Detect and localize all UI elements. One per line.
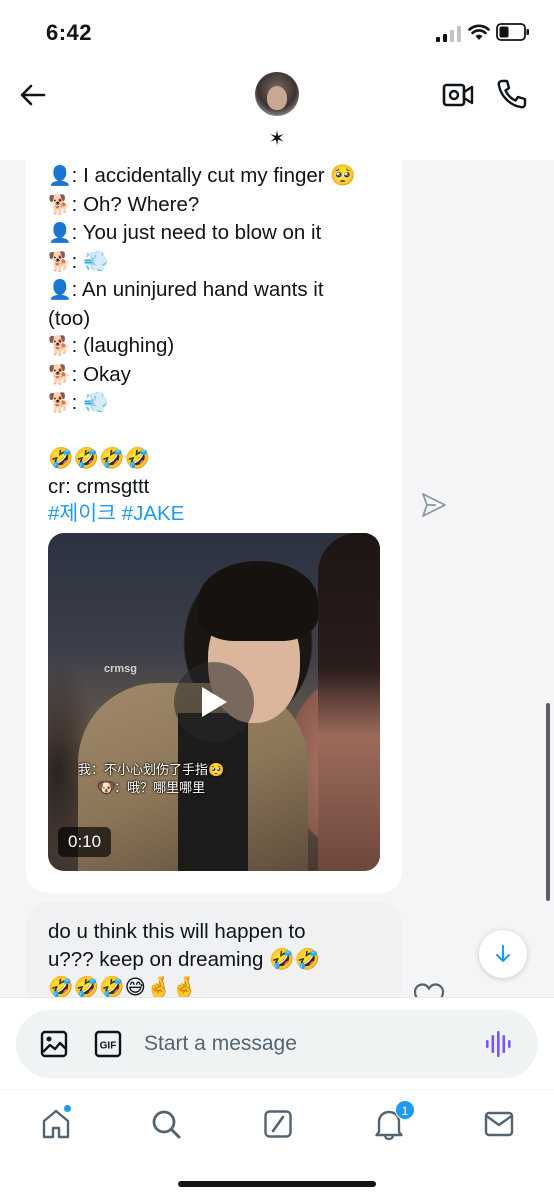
video-subtitle: 我：不小心划伤了手指🥺 🐶：哦？哪里哪里 bbox=[78, 762, 225, 795]
tab-search[interactable] bbox=[146, 1104, 186, 1144]
search-icon bbox=[152, 1110, 181, 1139]
dog-emoji: 🐕 bbox=[48, 363, 72, 386]
hashtags: #제이크 #JAKE bbox=[48, 500, 388, 528]
grok-icon bbox=[264, 1110, 292, 1138]
scrollbar[interactable] bbox=[546, 703, 550, 901]
chat-line: 🐕: 💨 bbox=[48, 249, 109, 273]
arrow-down-icon bbox=[496, 945, 510, 962]
tab-home[interactable] bbox=[36, 1104, 76, 1144]
gif-icon[interactable]: GIF bbox=[94, 1030, 122, 1058]
tab-grok[interactable] bbox=[258, 1104, 298, 1144]
chat-line: 👤: An uninjured hand wants it bbox=[48, 278, 324, 301]
composer-area: GIF bbox=[0, 997, 554, 1089]
unread-dot bbox=[63, 1104, 72, 1113]
video-duration: 0:10 bbox=[58, 827, 112, 857]
person-emoji: 👤 bbox=[48, 279, 72, 301]
dog-emoji: 🐕 bbox=[48, 250, 72, 273]
wifi-icon bbox=[468, 24, 490, 40]
scroll-down-button[interactable] bbox=[479, 930, 527, 978]
video-thumbnail[interactable]: crmsg 我：不小心划伤了手指🥺 🐶：哦？哪里哪里 0:10 bbox=[48, 533, 380, 871]
chat-line: 👤: You just need to blow on it bbox=[48, 221, 322, 244]
person-emoji: 👤 bbox=[48, 165, 72, 187]
video-scene bbox=[198, 561, 318, 641]
hashtag-link[interactable]: #제이크 bbox=[48, 502, 116, 525]
mail-icon bbox=[484, 1111, 514, 1137]
status-time: 6:42 bbox=[46, 20, 93, 45]
chat-line: 👤: I accidentally cut my finger 🥺 bbox=[48, 164, 356, 187]
conversation-header: ✶ bbox=[0, 64, 554, 160]
dog-emoji: 🐕 bbox=[48, 335, 72, 357]
play-button[interactable] bbox=[174, 662, 254, 742]
signal-icon bbox=[436, 26, 461, 42]
message-input[interactable] bbox=[144, 1024, 464, 1064]
video-watermark: crmsg bbox=[104, 663, 138, 675]
chat-line: 🐕: Okay bbox=[48, 362, 131, 386]
credit-text: cr: crmsgttt bbox=[48, 474, 150, 498]
chat-line: 🐕: 💨 bbox=[48, 391, 109, 414]
reaction-emojis: 🤣🤣🤣🤣 bbox=[48, 447, 151, 470]
image-icon[interactable] bbox=[40, 1030, 68, 1058]
contact-name[interactable]: ✶ bbox=[0, 126, 554, 151]
notification-count-badge: 1 bbox=[395, 1100, 415, 1120]
phone-icon[interactable] bbox=[496, 78, 528, 110]
message-text: 👤: I accidentally cut my finger 🥺 🐕: Oh?… bbox=[48, 162, 388, 528]
video-call-icon[interactable] bbox=[442, 80, 474, 110]
message-text: do u think this will happen to u??? keep… bbox=[48, 920, 321, 999]
battery-icon bbox=[496, 23, 529, 41]
voice-wave-icon[interactable] bbox=[484, 1030, 514, 1058]
message-composer: GIF bbox=[16, 1010, 538, 1078]
arrow-left-icon bbox=[20, 84, 46, 106]
person-emoji: 👤 bbox=[48, 222, 72, 244]
share-icon[interactable] bbox=[420, 492, 448, 518]
dog-emoji: 🐕 bbox=[48, 392, 72, 414]
video-scene bbox=[318, 533, 380, 871]
hashtag-link[interactable]: #JAKE bbox=[122, 502, 185, 525]
svg-text:GIF: GIF bbox=[100, 1041, 117, 1052]
home-indicator bbox=[178, 1181, 376, 1187]
tab-bar: 1 bbox=[0, 1089, 554, 1200]
back-button[interactable] bbox=[18, 80, 48, 110]
dog-emoji: 🐕 bbox=[48, 193, 72, 216]
avatar[interactable] bbox=[255, 72, 299, 116]
tab-notifications[interactable]: 1 bbox=[369, 1100, 415, 1144]
status-bar: 6:42 bbox=[0, 0, 554, 64]
play-icon bbox=[202, 687, 227, 717]
received-message[interactable]: 👤: I accidentally cut my finger 🥺 🐕: Oh?… bbox=[26, 150, 402, 893]
chat-line: 🐕: (laughing) bbox=[48, 334, 175, 357]
chat-line: (too) bbox=[48, 306, 91, 330]
chat-line: 🐕: Oh? Where? bbox=[48, 192, 200, 216]
tab-messages[interactable] bbox=[479, 1104, 519, 1144]
sent-message[interactable]: do u think this will happen to u??? keep… bbox=[26, 902, 402, 1012]
